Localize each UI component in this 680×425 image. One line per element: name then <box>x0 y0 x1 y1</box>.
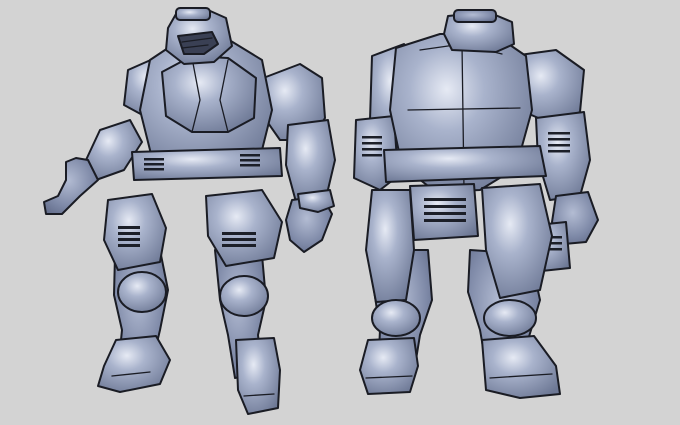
back-view-figure <box>353 9 599 399</box>
back-right-forearm <box>535 111 591 201</box>
front-left-knee <box>117 271 167 313</box>
front-right-thigh-vent <box>222 232 256 247</box>
front-right-boot <box>235 337 281 415</box>
front-chest-plate <box>161 55 257 133</box>
illustration-canvas <box>0 0 680 425</box>
back-left-boot <box>359 337 419 395</box>
armor-illustration <box>43 7 599 415</box>
back-helmet-crest <box>453 9 497 23</box>
front-view-figure <box>43 7 336 415</box>
back-left-thigh <box>365 189 415 303</box>
back-right-knee <box>483 299 537 337</box>
back-right-boot <box>481 335 561 399</box>
back-left-knee <box>371 299 421 337</box>
front-left-hand <box>43 157 99 215</box>
front-helmet-crest <box>175 7 211 21</box>
front-right-gauntlet-cuff <box>297 189 335 213</box>
back-belt <box>383 145 547 183</box>
front-right-knee <box>219 275 269 317</box>
front-left-boot <box>97 335 171 393</box>
